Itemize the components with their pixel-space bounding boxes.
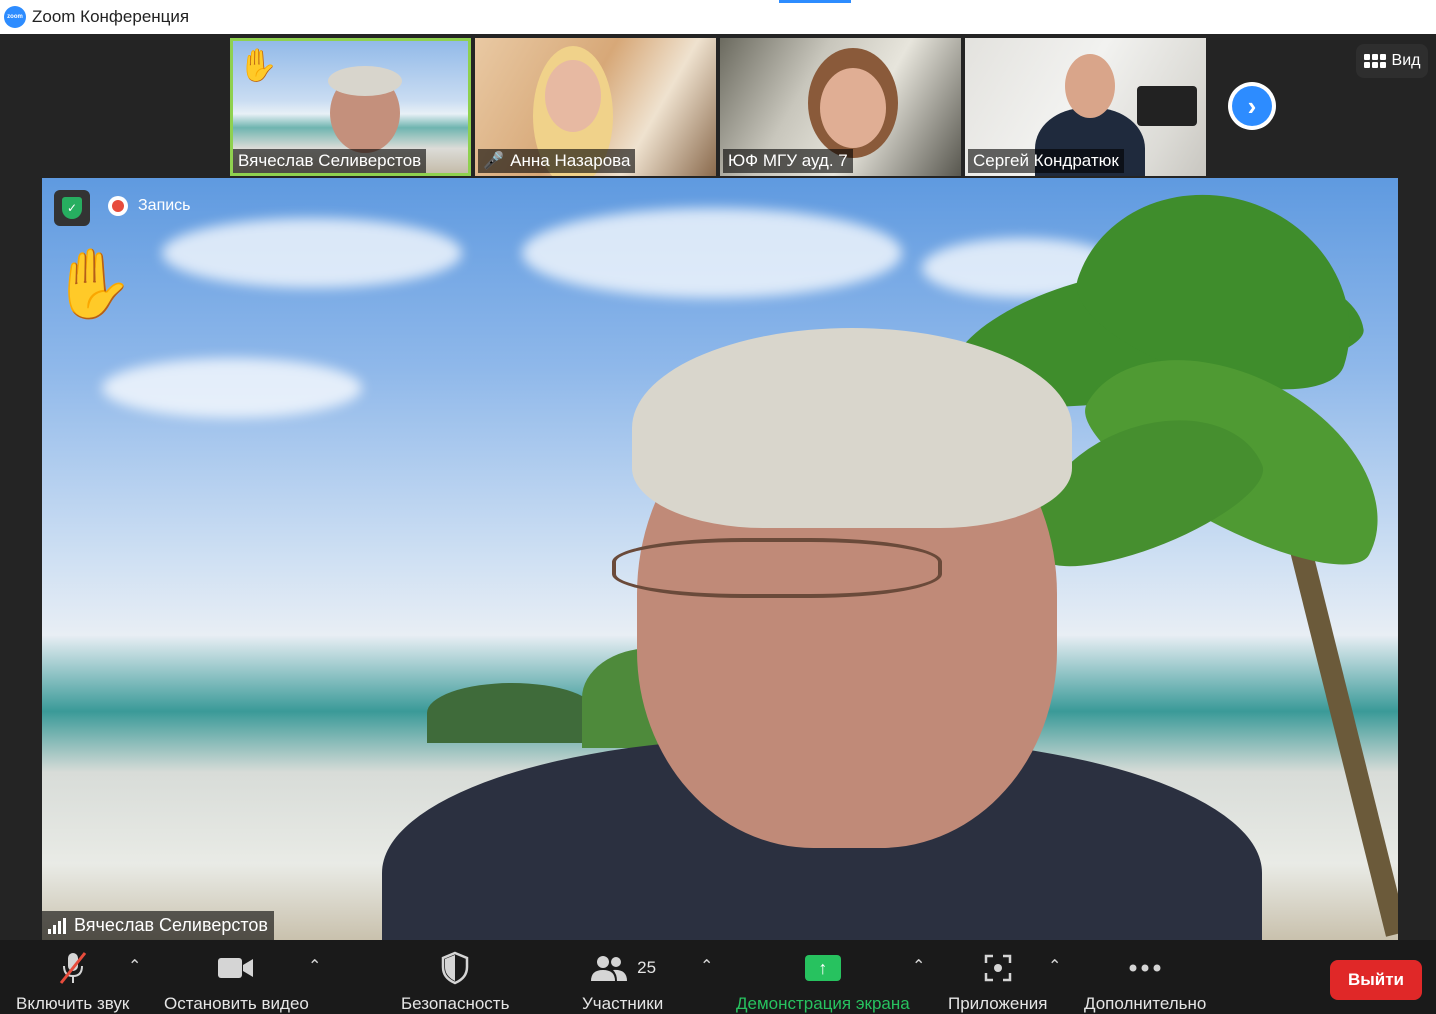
participants-icon-group: 25	[589, 950, 656, 986]
mic-muted-icon: 🎤	[483, 151, 505, 170]
logo-text: zoom	[7, 14, 23, 20]
participant-name-tag: 🎤 Анна Назарова	[478, 149, 636, 173]
video-options-caret-icon[interactable]: ⌃	[308, 956, 321, 976]
unmute-label: Включить звук	[16, 994, 130, 1013]
speaker-name-tag: Вячеслав Селиверстов	[42, 911, 274, 940]
apps-button[interactable]: Приложения	[948, 950, 1047, 1014]
participant-name-tag: Вячеслав Селиверстов	[233, 149, 427, 173]
chevron-right-icon: ›	[1232, 86, 1272, 126]
participant-thumbnail-2[interactable]: 🎤 Анна Назарова	[475, 38, 716, 176]
participant-thumbnail-1[interactable]: ✋ Вячеслав Селиверстов	[230, 38, 471, 176]
participant-strip: ✋ Вячеслав Селиверстов 🎤 Анна Назарова Ю…	[230, 38, 1206, 176]
participant-name-tag: ЮФ МГУ ауд. 7	[723, 149, 853, 173]
participants-options-caret-icon[interactable]: ⌃	[700, 956, 713, 976]
signal-strength-icon	[48, 917, 66, 934]
raised-hand-icon: ✋	[238, 47, 278, 83]
share-options-caret-icon[interactable]: ⌃	[912, 956, 925, 976]
participant-thumbnail-3[interactable]: ЮФ МГУ ауд. 7	[720, 38, 961, 176]
apps-label: Приложения	[948, 994, 1048, 1013]
video-camera-icon	[216, 950, 256, 986]
title-bar: zoom Zoom Конференция	[0, 0, 1436, 34]
zoom-logo-icon: zoom	[4, 6, 26, 28]
leave-button[interactable]: Выйти	[1330, 960, 1422, 1000]
participant-thumbnail-4[interactable]: Сергей Кондратюк	[965, 38, 1206, 176]
security-label: Безопасность	[401, 994, 510, 1013]
raised-hand-icon: ✋	[50, 246, 135, 322]
participants-button[interactable]: 25 Участники	[582, 950, 663, 1014]
participant-name: Анна Назарова	[510, 151, 631, 170]
view-button-label: Вид	[1391, 52, 1421, 69]
recording-indicator[interactable]: Запись	[108, 196, 191, 216]
gallery-grid-icon	[1363, 54, 1386, 68]
participant-name: Сергей Кондратюк	[973, 151, 1119, 170]
title-accent	[779, 0, 851, 3]
more-dots-icon	[1128, 950, 1162, 986]
main-video: ✓ Запись ✋ Вячеслав Селиверстов	[42, 178, 1398, 940]
apps-icon	[983, 950, 1013, 986]
share-screen-icon: ↑	[804, 955, 841, 981]
unmute-button[interactable]: Включить звук	[16, 950, 129, 1014]
apps-options-caret-icon[interactable]: ⌃	[1048, 956, 1061, 976]
more-label: Дополнительно	[1084, 994, 1207, 1013]
shield-icon	[440, 950, 470, 986]
more-button[interactable]: Дополнительно	[1084, 950, 1206, 1014]
participants-icon	[591, 956, 628, 981]
stop-video-button[interactable]: Остановить видео	[164, 950, 309, 1014]
next-page-button[interactable]: ›	[1228, 82, 1276, 130]
view-button[interactable]: Вид	[1356, 44, 1428, 78]
window-title: Zoom Конференция	[32, 7, 190, 26]
record-icon	[108, 196, 128, 216]
security-status-button[interactable]: ✓	[54, 190, 90, 226]
audio-options-caret-icon[interactable]: ⌃	[128, 956, 141, 976]
participant-name: ЮФ МГУ ауд. 7	[728, 151, 848, 170]
participants-label: Участники	[582, 994, 664, 1013]
recording-label: Запись	[138, 197, 191, 214]
security-button[interactable]: Безопасность	[401, 950, 509, 1014]
meeting-toolbar: Включить звук ⌃ Остановить видео ⌃ Безоп…	[0, 940, 1436, 1013]
meeting-window: ✋ Вячеслав Селиверстов 🎤 Анна Назарова Ю…	[0, 34, 1436, 1013]
speaker-name: Вячеслав Селиверстов	[74, 915, 268, 935]
stop-video-label: Остановить видео	[164, 994, 309, 1013]
participant-name: Вячеслав Селиверстов	[238, 151, 422, 170]
participants-count: 25	[637, 958, 657, 977]
shield-check-icon: ✓	[62, 197, 82, 219]
share-icon-wrap: ↑	[804, 950, 841, 986]
participant-name-tag: Сергей Кондратюк	[968, 149, 1124, 173]
mic-muted-icon	[57, 950, 89, 986]
share-screen-button[interactable]: ↑ Демонстрация экрана	[736, 950, 910, 1014]
share-screen-label: Демонстрация экрана	[736, 994, 910, 1013]
